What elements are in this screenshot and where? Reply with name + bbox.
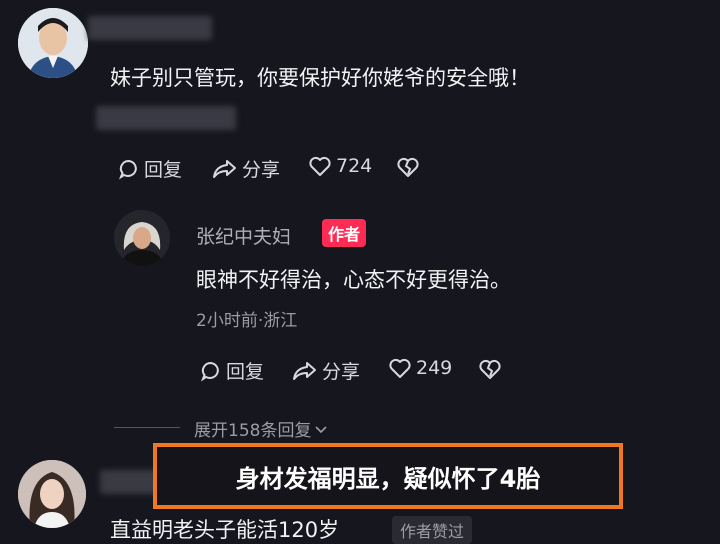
comment1-like-count: 724 (336, 155, 373, 177)
reply1-reply-label: 回复 (226, 361, 265, 383)
comment1-meta-redacted (96, 106, 236, 130)
reply-bubble-icon (200, 361, 219, 382)
comment1-username-redacted (88, 16, 212, 40)
reply1-author-badge: 作者 (322, 219, 367, 247)
reply1-like-count: 249 (416, 357, 453, 379)
comment2-text: 直益明老头子能活120岁 (110, 518, 340, 542)
reply1-share-label: 分享 (322, 361, 361, 383)
heart-icon (309, 156, 331, 176)
comment2-username-redacted (100, 470, 160, 494)
share-arrow-icon (213, 159, 236, 178)
broken-heart-icon (479, 359, 501, 379)
reply1-avatar[interactable] (114, 210, 170, 266)
comment2-author-liked-badge: 作者赞过 (392, 516, 473, 544)
broken-heart-icon (397, 157, 419, 177)
reply1-like-button[interactable]: 249 (388, 357, 452, 379)
comment2-avatar[interactable] (18, 460, 86, 528)
comment1-like-button[interactable]: 724 (308, 155, 372, 177)
expand-replies-divider (114, 427, 180, 428)
reply1-dislike-button[interactable] (478, 358, 502, 380)
comment1-dislike-button[interactable] (396, 156, 420, 178)
reply1-share-button[interactable]: 分享 (292, 357, 360, 384)
comment1-reply-button[interactable]: 回复 (118, 155, 182, 182)
comment1-reply-label: 回复 (144, 159, 183, 181)
reply1-meta: 2小时前·浙江 (196, 311, 298, 331)
reply1-text: 眼神不好得治，心态不好更得治。 (196, 268, 511, 292)
caption-overlay-box: 身材发福明显，疑似怀了4胎 (153, 443, 623, 509)
expand-replies-label: 展开158条回复 (194, 421, 312, 441)
comment1-share-label: 分享 (242, 159, 281, 181)
reply-bubble-icon (118, 159, 137, 180)
reply1-reply-button[interactable]: 回复 (200, 357, 264, 384)
expand-replies-link[interactable]: 展开158条回复 (194, 416, 328, 441)
comment1-share-button[interactable]: 分享 (212, 155, 280, 182)
comment1-text: 妹子别只管玩，你要保护好你姥爷的安全哦！ (110, 66, 530, 90)
caption-overlay-text: 身材发福明显，疑似怀了4胎 (235, 464, 541, 493)
share-arrow-icon (293, 361, 316, 380)
heart-icon (389, 358, 411, 378)
reply1-author-name[interactable]: 张纪中夫妇 (196, 222, 291, 249)
comment1-avatar[interactable] (18, 8, 88, 78)
chevron-down-icon (315, 425, 328, 433)
